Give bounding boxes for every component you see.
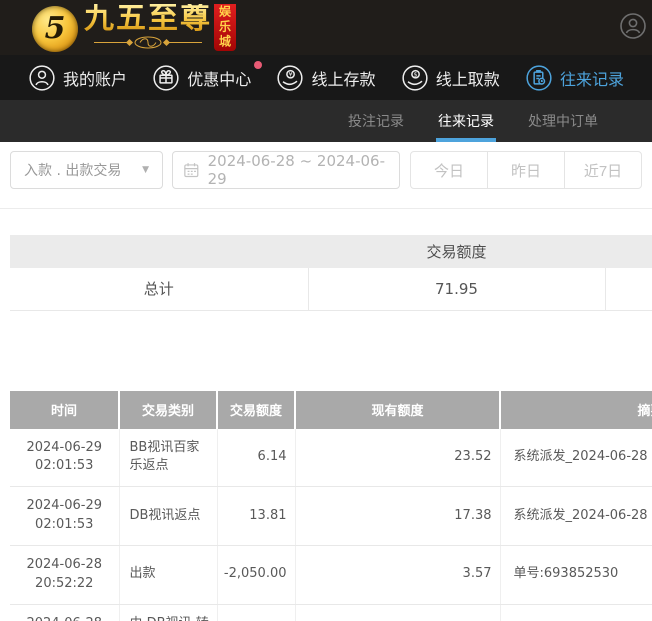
yesterday-button[interactable]: 昨日 (487, 151, 565, 189)
user-icon (28, 64, 56, 92)
svg-text:$: $ (413, 70, 417, 78)
transaction-type-select[interactable]: 入款 . 出款交易 ▼ (10, 151, 163, 189)
brand-name: 九五至尊 (84, 4, 212, 34)
tab-pending-orders[interactable]: 处理中订单 (526, 100, 600, 142)
table-cell: 2024-06-28 20:52:22 (10, 545, 119, 604)
brand-header: 5 九五至尊 娱乐城 (0, 0, 652, 55)
records-clipboard-icon (525, 64, 553, 92)
table-cell: 6.14 (217, 429, 295, 487)
main-nav: 我的账户 优惠中心 ¥ 线上存款 $ 线上取款 (0, 55, 652, 100)
nav-label: 我的账户 (63, 66, 127, 90)
table-cell: DB视讯返点 (119, 487, 217, 546)
table-row: 2024-06-29 02:01:53BB视讯百家乐返点6.1423.52系统派… (10, 429, 652, 487)
gift-icon (152, 64, 180, 92)
records-table-wrap: 时间 交易类别 交易额度 现有额度 摘要 2024-06-29 02:01:53… (10, 391, 652, 621)
date-range-value: 2024-06-28 ~ 2024-06-29 (208, 152, 389, 188)
table-cell: 23.52 (295, 429, 500, 487)
col-header-type: 交易类别 (119, 391, 217, 429)
site-logo[interactable]: 5 九五至尊 娱乐城 (32, 4, 236, 52)
summary-header-empty (605, 235, 652, 268)
notification-dot (254, 61, 262, 69)
table-row: 2024-06-29 02:01:53DB视讯返点13.8117.38系统派发_… (10, 487, 652, 546)
table-cell: 出款 (119, 545, 217, 604)
today-button[interactable]: 今日 (410, 151, 488, 189)
records-table: 时间 交易类别 交易额度 现有额度 摘要 2024-06-29 02:01:53… (10, 391, 652, 621)
summary-header-empty (10, 235, 308, 268)
table-cell: 系统派发_2024-06-28 (500, 429, 652, 487)
summary-header-amount: 交易额度 (308, 235, 605, 268)
col-header-summary: 摘要 (500, 391, 652, 429)
tab-bet-records[interactable]: 投注记录 (346, 100, 406, 142)
filter-row: 入款 . 出款交易 ▼ 2024-06-28 ~ 2024-06-29 今日 昨… (0, 142, 652, 189)
table-cell: 单号:693852530 (500, 545, 652, 604)
table-cell: 2024-06-28 19:55:50 (10, 604, 119, 621)
flourish-icon (92, 36, 204, 49)
summary-table: 交易额度 总计 71.95 (10, 235, 652, 311)
quick-date-group: 今日 昨日 近7日 (410, 151, 642, 189)
summary-total-label: 总计 (10, 268, 308, 310)
table-cell: 3.57 (295, 545, 500, 604)
chevron-down-icon: ▼ (142, 165, 149, 175)
last7days-button[interactable]: 近7日 (564, 151, 642, 189)
table-cell: 由 DB视讯 转入 (119, 604, 217, 621)
nav-item-promotions[interactable]: 优惠中心 (152, 64, 251, 92)
select-value: 入款 . 出款交易 (24, 160, 121, 180)
summary-total-value: 71.95 (308, 268, 605, 310)
page: 5 九五至尊 娱乐城 (0, 0, 652, 621)
table-cell: -2,050.00 (217, 545, 295, 604)
table-cell: 单号:115323900034 (500, 604, 652, 621)
section-divider (0, 208, 652, 209)
svg-text:¥: ¥ (289, 70, 293, 78)
withdraw-hand-coin-icon: $ (401, 64, 429, 92)
records-header-row: 时间 交易类别 交易额度 现有额度 摘要 (10, 391, 652, 429)
nav-label: 往来记录 (560, 66, 624, 90)
calendar-icon (183, 161, 200, 179)
col-header-amount: 交易额度 (217, 391, 295, 429)
table-row: 2024-06-28 20:52:22出款-2,050.003.57单号:693… (10, 545, 652, 604)
nav-label: 优惠中心 (187, 66, 251, 90)
table-cell: 系统派发_2024-06-28 (500, 487, 652, 546)
table-cell: 2024-06-29 02:01:53 (10, 429, 119, 487)
nav-label: 线上取款 (436, 66, 500, 90)
col-header-balance: 现有额度 (295, 391, 500, 429)
nav-label: 线上存款 (311, 66, 375, 90)
nav-item-my-account[interactable]: 我的账户 (28, 64, 127, 92)
tab-transaction-records[interactable]: 往来记录 (436, 100, 496, 142)
nav-item-deposit[interactable]: ¥ 线上存款 (276, 64, 375, 92)
summary-total-row: 总计 71.95 (10, 268, 652, 310)
table-cell: 2,192.73 (295, 604, 500, 621)
brand-badge: 娱乐城 (214, 4, 236, 51)
table-cell: BB视讯百家乐返点 (119, 429, 217, 487)
records-tabbar: 投注记录 往来记录 处理中订单 (0, 100, 652, 142)
summary-empty-cell (605, 268, 652, 310)
logo-coin-icon: 5 (32, 6, 78, 52)
deposit-hand-coin-icon: ¥ (276, 64, 304, 92)
date-range-input[interactable]: 2024-06-28 ~ 2024-06-29 (172, 151, 400, 189)
summary-table-wrap: 交易额度 总计 71.95 (10, 235, 652, 311)
table-cell: 13.81 (217, 487, 295, 546)
table-row: 2024-06-28 19:55:50由 DB视讯 转入2,192.002,19… (10, 604, 652, 621)
nav-item-records[interactable]: 往来记录 (525, 64, 624, 92)
table-cell: 17.38 (295, 487, 500, 546)
nav-item-withdraw[interactable]: $ 线上取款 (401, 64, 500, 92)
table-cell: 2,192.00 (217, 604, 295, 621)
account-avatar-icon[interactable] (618, 11, 648, 41)
table-cell: 2024-06-29 02:01:53 (10, 487, 119, 546)
col-header-time: 时间 (10, 391, 119, 429)
